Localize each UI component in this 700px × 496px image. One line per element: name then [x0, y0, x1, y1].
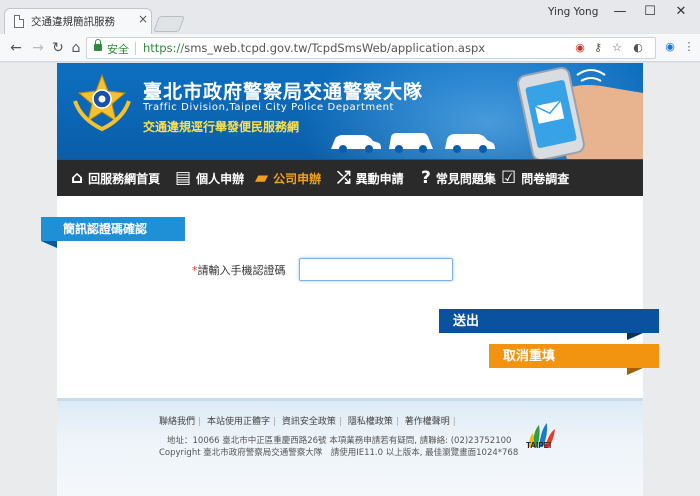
taipei-logo-text: TAIPEI: [526, 441, 552, 450]
home-button[interactable]: ⌂: [66, 38, 86, 58]
footer-copyright: Copyright 臺北市政府警察局交通警察大隊 請使用IE11.0 以上版本,…: [159, 448, 519, 458]
verification-code-label: *請輸入手機認證碼: [192, 264, 286, 277]
menu-icon[interactable]: ⋮: [681, 39, 697, 55]
key-icon[interactable]: ⚷: [591, 41, 605, 55]
main-nav: ⌂ 回服務網首頁 ▤ 個人申辦 ▰ 公司申辦 ⤮ 異動申請 ? 常見問題集 ☑ …: [57, 159, 643, 196]
hand-phone-illustration-icon: [517, 67, 643, 159]
star-icon[interactable]: ☆: [610, 41, 624, 55]
folder-icon: ▰: [255, 168, 269, 188]
nav-company-label: 公司申辦: [273, 172, 322, 186]
browser-toolbar: ← → ↻ ⌂ 安全 https://sms_web.tcpd.gov.tw/T…: [0, 34, 700, 62]
survey-icon: ☑: [501, 168, 517, 188]
cookie-blocked-icon[interactable]: ◉: [573, 41, 587, 55]
nav-change-request[interactable]: ⤮ 異動申請: [337, 160, 404, 197]
maximize-button[interactable]: ☐: [636, 2, 664, 22]
browser-tab[interactable]: 交通違規簡訊服務 ×: [4, 8, 152, 34]
footer-link-contact[interactable]: 聯絡我們: [159, 417, 195, 427]
browser-titlebar: 交通違規簡訊服務 × Ying Yong — ☐ ✕: [0, 0, 700, 34]
footer-link-copyright[interactable]: 著作權聲明: [405, 417, 450, 427]
footer-address: 地址：10066 臺北市中正區重慶西路26號 本項業務申請若有疑問, 請聯絡: …: [167, 436, 512, 446]
omnibox-divider: [135, 42, 136, 55]
site-title: 臺北市政府警察局交通警察大隊: [143, 81, 424, 103]
minimize-button[interactable]: —: [606, 2, 634, 22]
document-icon: [14, 15, 24, 28]
reset-button[interactable]: 取消重填: [489, 344, 659, 375]
cars-illustration-icon: [331, 133, 495, 153]
site-subtitle: 交通違規逕行舉發便民服務網: [143, 120, 300, 134]
back-button[interactable]: ←: [6, 38, 26, 58]
site-title-en: Traffic Division,Taipei City Police Depa…: [143, 102, 395, 113]
police-emblem-icon: [73, 73, 131, 132]
close-window-button[interactable]: ✕: [667, 2, 695, 22]
verification-code-input[interactable]: [299, 258, 453, 281]
address-bar[interactable]: 安全 https://sms_web.tcpd.gov.tw/TcpdSmsWe…: [86, 37, 656, 59]
question-icon: ?: [421, 168, 431, 188]
home-icon: ⌂: [71, 168, 84, 188]
nav-personal-label: 個人申辦: [196, 172, 245, 186]
tab-close-icon[interactable]: ×: [138, 12, 148, 26]
nav-faq[interactable]: ? 常見問題集: [421, 160, 496, 197]
nav-personal[interactable]: ▤ 個人申辦: [175, 160, 244, 197]
extension-icon[interactable]: ◐: [631, 41, 645, 55]
shuffle-icon: ⤮: [337, 168, 351, 188]
nav-survey-label: 問卷調查: [521, 172, 570, 186]
url-text[interactable]: https://sms_web.tcpd.gov.tw/TcpdSmsWeb/a…: [143, 41, 485, 55]
nav-change-label: 異動申請: [355, 172, 404, 186]
nav-home-label: 回服務網首頁: [88, 172, 161, 186]
submit-button[interactable]: 送出: [439, 309, 659, 340]
footer-link-security-policy[interactable]: 資訊安全政策: [282, 417, 336, 427]
footer-links: 聯絡我們 | 本站使用正體字 | 資訊安全政策 | 隱私權政策 | 著作權聲明 |: [159, 417, 456, 427]
secure-label: 安全: [107, 43, 129, 56]
footer-link-traditional-chinese[interactable]: 本站使用正體字: [207, 417, 270, 427]
site-banner: 臺北市政府警察局交通警察大隊 Traffic Division,Taipei C…: [57, 63, 643, 159]
chrome-extension-icon[interactable]: ◉: [662, 39, 678, 55]
nav-home[interactable]: ⌂ 回服務網首頁: [71, 160, 160, 197]
nav-company[interactable]: ▰ 公司申辦: [255, 160, 321, 197]
footer-link-privacy-policy[interactable]: 隱私權政策: [348, 417, 393, 427]
page-viewport: 臺北市政府警察局交通警察大隊 Traffic Division,Taipei C…: [0, 63, 700, 496]
forward-button[interactable]: →: [28, 38, 48, 58]
site-footer: 聯絡我們 | 本站使用正體字 | 資訊安全政策 | 隱私權政策 | 著作權聲明 | 地址：…: [57, 398, 643, 496]
profile-name[interactable]: Ying Yong: [548, 6, 598, 18]
new-tab-button[interactable]: [153, 16, 185, 32]
lock-icon: [94, 39, 102, 51]
reload-button[interactable]: ↻: [48, 38, 68, 58]
page-content: 臺北市政府警察局交通警察大隊 Traffic Division,Taipei C…: [41, 63, 659, 496]
section-title: 簡訊認證碼確認: [41, 217, 185, 248]
nav-faq-label: 常見問題集: [435, 172, 496, 186]
document-icon: ▤: [175, 168, 192, 188]
tab-title: 交通違規簡訊服務: [31, 16, 115, 28]
nav-survey[interactable]: ☑ 問卷調查: [501, 160, 569, 197]
